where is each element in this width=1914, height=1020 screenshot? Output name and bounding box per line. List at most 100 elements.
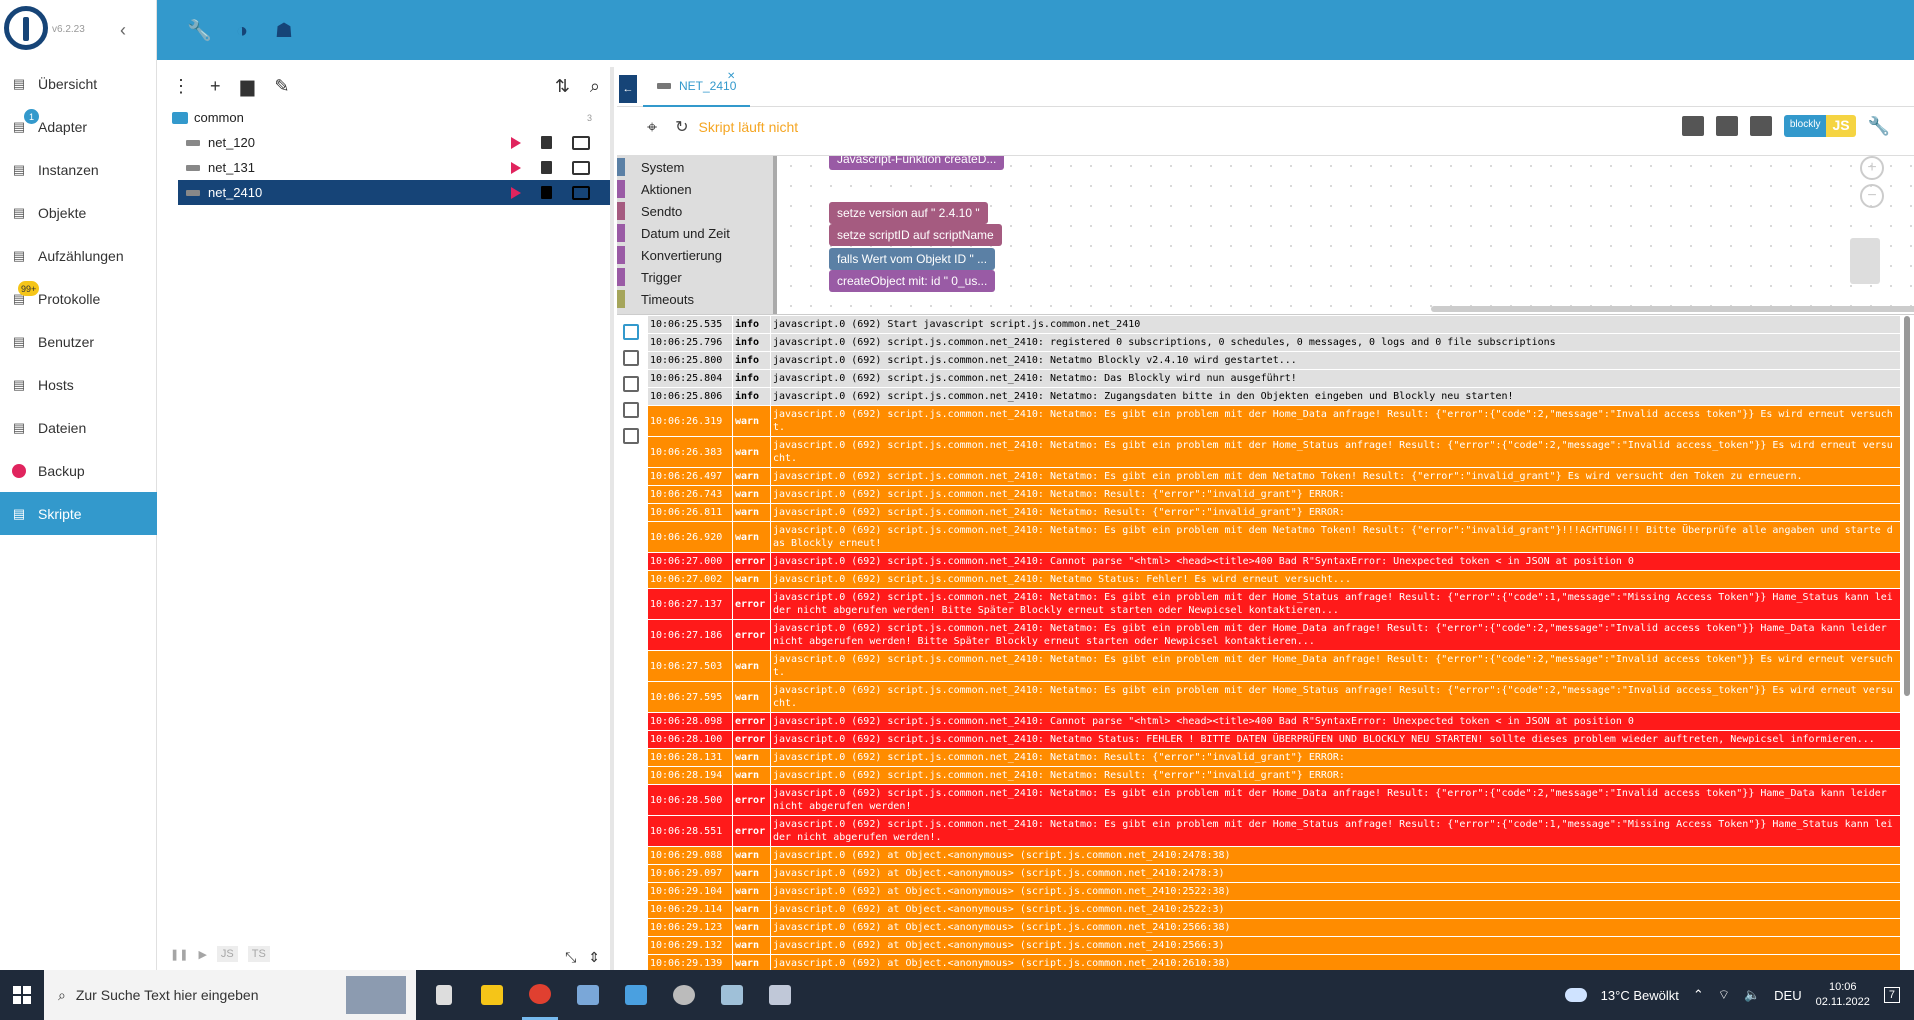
- toolbox-category[interactable]: Sendto: [617, 200, 773, 222]
- toolbox-category[interactable]: Timeouts: [617, 288, 773, 310]
- app-icon[interactable]: [570, 970, 606, 1020]
- sidebar-item-backup[interactable]: Backup: [0, 449, 157, 492]
- network-icon[interactable]: ⌔: [1718, 987, 1730, 1003]
- sidebar-item-benutzer[interactable]: ▤ Benutzer: [0, 320, 157, 363]
- chevron-left-icon[interactable]: ‹: [120, 20, 126, 41]
- sort-icon[interactable]: ⇅: [555, 76, 570, 97]
- theme-icon[interactable]: ◑: [231, 20, 253, 42]
- blockly-workspace[interactable]: System Aktionen Sendto Datum und Zeit Konver…: [617, 155, 1914, 315]
- checkered-flag-icon[interactable]: [1749, 116, 1772, 136]
- sidebar-item-protokolle[interactable]: ▤ Protokolle 99+: [0, 277, 157, 320]
- play-icon[interactable]: [511, 161, 521, 174]
- sidebar-item-adapter[interactable]: ▤ Adapter 1: [0, 105, 157, 148]
- sidebar-item-aufz-hlungen[interactable]: ▤ Aufzählungen: [0, 234, 157, 277]
- back-icon[interactable]: ←: [619, 75, 637, 103]
- toolbox-category[interactable]: Aktionen: [617, 178, 773, 200]
- visibility-off-icon[interactable]: [623, 428, 639, 444]
- ts-filter-chip[interactable]: TS: [247, 946, 270, 962]
- play-icon[interactable]: [511, 186, 521, 199]
- language-indicator[interactable]: DEU: [1774, 988, 1801, 1003]
- sidebar-item-skripte[interactable]: ▤ Skripte: [0, 492, 157, 535]
- log-timestamp: 10:06:27.000: [648, 553, 733, 570]
- search-icon[interactable]: ⌕: [590, 76, 600, 97]
- close-icon[interactable]: ✕: [727, 71, 735, 82]
- blockly-block[interactable]: setze scriptID auf scriptName: [829, 224, 1002, 246]
- restart-icon[interactable]: ↻: [675, 117, 688, 137]
- settings-icon[interactable]: [666, 970, 702, 1020]
- play-icon[interactable]: [511, 136, 521, 149]
- iobroker-logo[interactable]: [4, 6, 48, 50]
- edit-icon[interactable]: ✎: [274, 76, 289, 97]
- log-timestamp: 10:06:27.186: [648, 620, 733, 650]
- delete-icon[interactable]: [541, 136, 552, 149]
- wrench-icon[interactable]: 🔧: [187, 20, 212, 42]
- file-explorer-icon[interactable]: [474, 970, 510, 1020]
- blockly-js-toggle[interactable]: blockly JS: [1783, 115, 1856, 137]
- table-view-icon[interactable]: [623, 402, 639, 418]
- toolbox-category[interactable]: Trigger: [617, 266, 773, 288]
- locate-icon[interactable]: ⌖: [647, 117, 657, 138]
- toolbox-category[interactable]: System: [617, 156, 773, 178]
- chrome-icon[interactable]: [522, 970, 558, 1020]
- taskbar-search[interactable]: ⌕ Zur Suche Text hier eingeben: [44, 970, 416, 1020]
- toolbox-category[interactable]: Konvertierung: [617, 244, 773, 266]
- weather-text[interactable]: 13°C Bewölkt: [1601, 988, 1679, 1003]
- expand-all-icon[interactable]: ⇕: [588, 949, 600, 966]
- sidebar-item-objekte[interactable]: ▤ Objekte: [0, 191, 157, 234]
- tree-script-net_120[interactable]: net_120: [162, 130, 610, 155]
- app-icon[interactable]: [714, 970, 750, 1020]
- category-label: Datum und Zeit: [641, 225, 730, 241]
- clock[interactable]: 10:06 02.11.2022: [1816, 980, 1870, 1010]
- tree-folder-common[interactable]: common 3: [162, 105, 610, 130]
- delete-icon[interactable]: [541, 186, 552, 199]
- play-filter-icon[interactable]: ▶: [198, 948, 206, 961]
- log-timestamp: 10:06:25.535: [648, 316, 733, 333]
- move-icon[interactable]: [572, 160, 590, 175]
- zoom-out-icon[interactable]: −: [1860, 184, 1884, 208]
- sidebar-item-hosts[interactable]: ▤ Hosts: [0, 363, 157, 406]
- clear-log-icon[interactable]: [623, 350, 639, 366]
- pause-filter-icon[interactable]: ❚❚: [170, 948, 188, 961]
- sidebar-item-dateien[interactable]: ▤ Dateien: [0, 406, 157, 449]
- vertical-scrollbar[interactable]: [1904, 316, 1910, 696]
- import-icon[interactable]: [1715, 116, 1738, 136]
- sidebar-nav: ▤ Übersicht ▤ Adapter 1 ▤ Instanzen ▤ Objekte ▤ Au…: [0, 62, 157, 535]
- blockly-block[interactable]: Javascript-Funktion createD...: [829, 156, 1005, 170]
- horizontal-scrollbar[interactable]: [1431, 306, 1914, 312]
- chevron-up-icon[interactable]: ⌃: [1693, 987, 1704, 1003]
- log-level: warn: [733, 522, 771, 552]
- category-color-bar: [617, 158, 625, 176]
- folder-count: 3: [586, 112, 592, 123]
- task-view-icon[interactable]: [426, 970, 462, 1020]
- app-icon[interactable]: [762, 970, 798, 1020]
- blockly-block[interactable]: createObject mit: id " 0_us...: [829, 270, 996, 292]
- app-icon[interactable]: [618, 970, 654, 1020]
- sidebar-item--bersicht[interactable]: ▤ Übersicht: [0, 62, 157, 105]
- js-filter-chip[interactable]: JS: [216, 946, 238, 962]
- more-vert-icon[interactable]: ⋮: [172, 76, 190, 97]
- collapse-all-icon[interactable]: ⤡: [565, 949, 576, 966]
- zoom-in-icon[interactable]: +: [1860, 156, 1884, 180]
- add-script-icon[interactable]: +: [210, 76, 221, 97]
- tree-script-net_131[interactable]: net_131: [162, 155, 610, 180]
- volume-icon[interactable]: 🔈: [1744, 987, 1760, 1003]
- windows-start-icon[interactable]: [0, 970, 44, 1020]
- blockly-canvas[interactable]: + − Javascript-Funktion createD... setze …: [781, 156, 1914, 314]
- delete-icon[interactable]: [541, 161, 552, 174]
- trash-bin-icon[interactable]: [1850, 238, 1880, 284]
- move-icon[interactable]: [572, 185, 590, 200]
- blockly-block[interactable]: setze version auf " 2.4.10 ": [829, 202, 988, 224]
- notifications-icon[interactable]: 7: [1883, 987, 1900, 1003]
- blockly-block[interactable]: falls Wert vom Objekt ID " ...: [829, 248, 996, 270]
- toolbox-category[interactable]: Datum und Zeit: [617, 222, 773, 244]
- script-tree-panel: ⋮ + ▆ ✎ ⇅ ⌕ common 3 net_120 net_131 net_2…: [162, 67, 614, 970]
- expert-mode-icon[interactable]: ☗: [273, 20, 295, 42]
- move-icon[interactable]: [572, 135, 590, 150]
- add-folder-icon[interactable]: ▆: [241, 76, 255, 97]
- scroll-down-icon[interactable]: [623, 324, 639, 340]
- wrench-icon[interactable]: 🔧: [1868, 116, 1890, 137]
- tree-script-net_2410[interactable]: net_2410: [178, 180, 610, 205]
- sidebar-item-instanzen[interactable]: ▤ Instanzen: [0, 148, 157, 191]
- export-icon[interactable]: [1681, 116, 1704, 136]
- copy-icon[interactable]: [623, 376, 639, 392]
